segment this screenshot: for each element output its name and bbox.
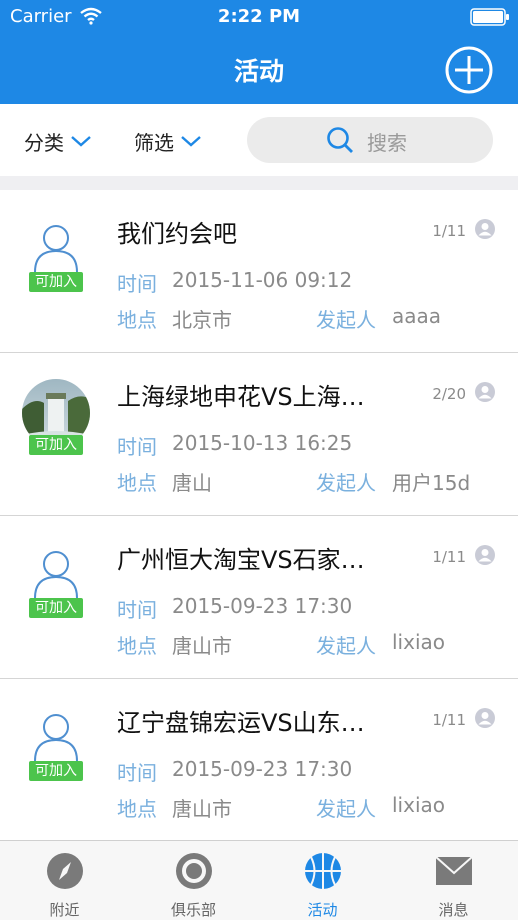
organizer-label: 发起人 (316, 308, 376, 332)
tab-club[interactable]: 俱乐部 (129, 841, 258, 920)
joinable-badge: 可加入 (29, 435, 83, 455)
participant-count: 2/20 (432, 385, 466, 403)
search-input[interactable]: 搜索 (247, 117, 493, 163)
organizer-value: 用户15d (392, 471, 471, 495)
section-divider (0, 176, 518, 190)
activity-row[interactable]: 可加入 我们约会吧 1/11 时间 2015-11-06 09:12 地点 北京… (0, 190, 518, 353)
organizer-label: 发起人 (316, 471, 376, 495)
filter-dropdown[interactable]: 筛选 (134, 126, 202, 156)
category-label: 分类 (24, 130, 64, 155)
place-value: 唐山市 (172, 634, 232, 658)
time-label: 时间 (117, 272, 157, 296)
target-icon (176, 853, 212, 889)
chevron-down-icon (71, 136, 91, 147)
organizer-label: 发起人 (316, 634, 376, 658)
time-value: 2015-10-13 16:25 (172, 431, 353, 455)
tab-nearby[interactable]: 附近 (0, 841, 129, 920)
user-icon (475, 545, 495, 565)
time-label: 时间 (117, 598, 157, 622)
user-icon (475, 708, 495, 728)
participant-count: 1/11 (432, 222, 466, 240)
joinable-badge: 可加入 (29, 761, 83, 781)
battery-icon (470, 8, 509, 26)
activity-title: 我们约会吧 (117, 220, 237, 248)
organizer-value: lixiao (392, 630, 445, 654)
activity-list[interactable]: 可加入 我们约会吧 1/11 时间 2015-11-06 09:12 地点 北京… (0, 190, 518, 840)
filter-label: 筛选 (134, 130, 174, 155)
place-value: 北京市 (172, 308, 232, 332)
joinable-badge: 可加入 (29, 598, 83, 618)
tab-bar: 附近 俱乐部 活动 消息 (0, 840, 518, 920)
time-label: 时间 (117, 761, 157, 785)
activity-title: 广州恒大淘宝VS石家… (117, 546, 365, 574)
activity-title: 辽宁盘锦宏运VS山东… (117, 709, 365, 737)
organizer-value: aaaa (392, 304, 442, 328)
filter-bar: 分类 筛选 搜索 (0, 104, 518, 176)
tab-label: 俱乐部 (170, 901, 216, 919)
chevron-down-icon (181, 136, 201, 147)
tab-label: 附近 (49, 901, 80, 919)
status-time: 2:22 PM (217, 6, 301, 27)
compass-icon (47, 853, 83, 889)
activity-row[interactable]: 可加入 上海绿地申花VS上海… 2/20 时间 2015-10-13 16:25… (0, 353, 518, 516)
time-value: 2015-09-23 17:30 (172, 757, 353, 781)
joinable-badge: 可加入 (29, 272, 83, 292)
mail-icon (435, 856, 473, 885)
add-activity-button[interactable] (444, 45, 494, 95)
activity-screen: Carrier 2:22 PM 活动 分类 筛选 搜索 可加入 我们约会吧 1/… (0, 0, 518, 920)
category-dropdown[interactable]: 分类 (24, 126, 92, 156)
time-label: 时间 (117, 435, 157, 459)
place-label: 地点 (117, 471, 157, 495)
tab-activity[interactable]: 活动 (258, 841, 387, 920)
place-label: 地点 (117, 634, 157, 658)
participant-count: 1/11 (432, 548, 466, 566)
activity-title: 上海绿地申花VS上海… (117, 383, 365, 411)
tab-label: 消息 (438, 901, 469, 919)
organizer-label: 发起人 (316, 797, 376, 821)
organizer-value: lixiao (392, 793, 445, 817)
nav-header: Carrier 2:22 PM 活动 (0, 0, 518, 104)
participant-count: 1/11 (432, 711, 466, 729)
tab-label: 活动 (307, 901, 338, 919)
time-value: 2015-11-06 09:12 (172, 268, 353, 292)
place-value: 唐山 (172, 471, 212, 495)
status-bar: Carrier 2:22 PM (0, 0, 518, 34)
search-icon (327, 127, 353, 153)
place-value: 唐山市 (172, 797, 232, 821)
place-label: 地点 (117, 797, 157, 821)
activity-row[interactable]: 可加入 广州恒大淘宝VS石家… 1/11 时间 2015-09-23 17:30… (0, 516, 518, 679)
user-icon (475, 382, 495, 402)
user-icon (475, 219, 495, 239)
activity-row[interactable]: 可加入 辽宁盘锦宏运VS山东… 1/11 时间 2015-09-23 17:30… (0, 679, 518, 840)
basketball-icon (305, 853, 341, 889)
place-label: 地点 (117, 308, 157, 332)
tab-messages[interactable]: 消息 (389, 841, 518, 920)
page-title: 活动 (233, 57, 284, 86)
search-placeholder: 搜索 (367, 131, 407, 155)
time-value: 2015-09-23 17:30 (172, 594, 353, 618)
